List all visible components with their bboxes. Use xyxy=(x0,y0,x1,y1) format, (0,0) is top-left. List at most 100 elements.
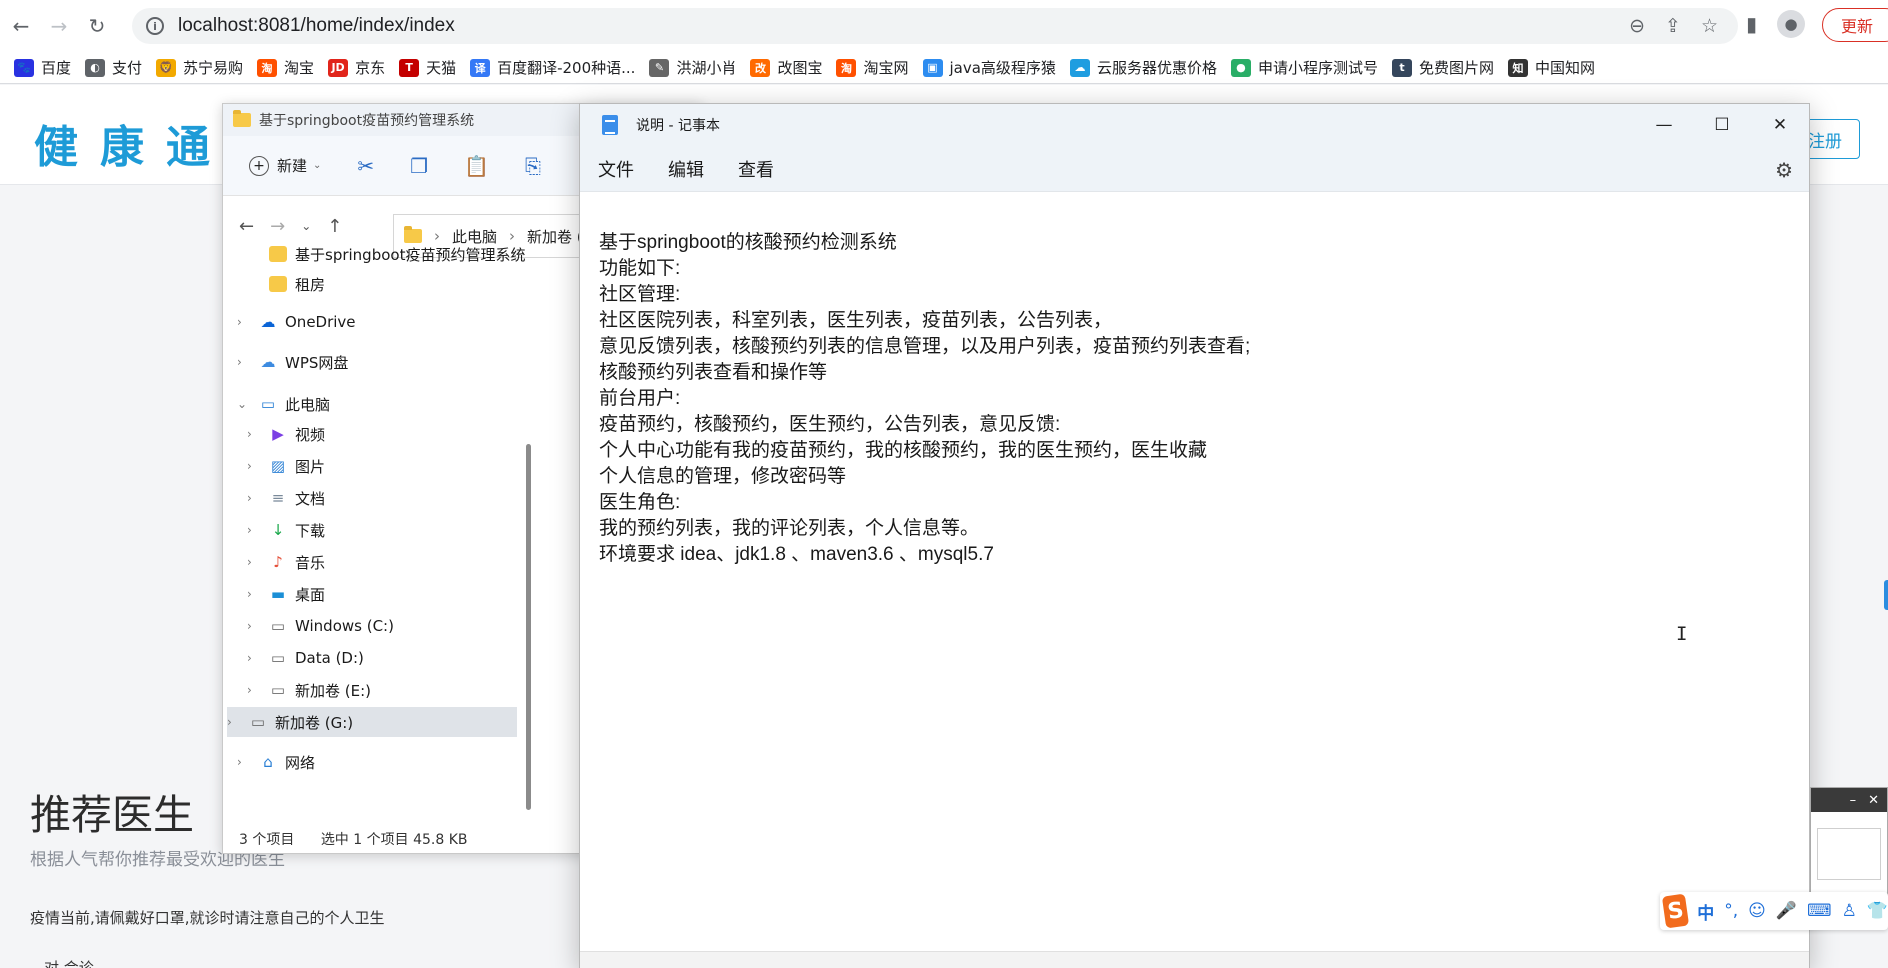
menu-edit[interactable]: 编辑 xyxy=(668,156,704,182)
close-icon[interactable]: ✕ xyxy=(1751,104,1809,146)
tumblr-icon: t xyxy=(1391,58,1412,77)
address-bar[interactable]: i localhost:8081/home/index/index ⊖ ⇪ ☆ xyxy=(132,8,1738,44)
chevron-right-icon[interactable]: › xyxy=(247,459,263,473)
bookmark-label: 支付 xyxy=(112,59,143,77)
chevron-right-icon[interactable]: › xyxy=(237,315,253,329)
chevron-right-icon[interactable]: › xyxy=(247,523,263,537)
sogou-ime-logo-icon[interactable]: S xyxy=(1661,893,1690,929)
share-icon[interactable]: ⇪ xyxy=(1665,15,1681,37)
bookmark-item[interactable]: 🦁 苏宁易购 xyxy=(156,57,243,78)
tree-item[interactable]: › ▨ 图片 xyxy=(247,451,325,481)
menu-file[interactable]: 文件 xyxy=(598,156,634,182)
tree-item[interactable]: › ↓ 下载 xyxy=(247,515,325,545)
close-icon[interactable]: ✕ xyxy=(1868,793,1879,808)
notepad-text-area[interactable]: I 基于springboot的核酸预约检测系统 功能如下: 社区管理: 社区医院列表，… xyxy=(580,193,1809,949)
up-arrow-icon[interactable]: ↑ xyxy=(327,216,342,237)
bookmarks-bar: 🐾 百度 ◐ 支付 🦁 苏宁易购淘淘宝 JD 京东 T 天猫译百度翻译-200种语... ✎ 洪湖小肖… xyxy=(0,52,1888,84)
drive-icon: ▭ xyxy=(270,681,286,699)
cut-icon[interactable]: ✂ xyxy=(357,154,374,178)
copy-icon[interactable]: ❐ xyxy=(410,154,428,178)
maximize-icon[interactable]: ☐ xyxy=(1693,104,1751,146)
update-button[interactable]: 更新 xyxy=(1822,8,1888,42)
site-logo[interactable]: 健康通 xyxy=(34,111,232,175)
recent-chevron-icon[interactable]: ⌄ xyxy=(301,219,311,233)
tree-scrollbar[interactable] xyxy=(526,444,531,810)
cloud-icon: ☁ xyxy=(260,353,276,371)
keyboard-icon[interactable]: ⌨ xyxy=(1807,901,1832,921)
minimize-icon[interactable]: — xyxy=(1635,104,1693,146)
video-icon: ▶ xyxy=(272,425,284,443)
chevron-right-icon[interactable]: › xyxy=(247,651,263,665)
jd-icon: JD xyxy=(328,58,349,77)
tree-item-label: OneDrive xyxy=(285,313,356,331)
menu-view[interactable]: 查看 xyxy=(738,156,774,182)
back-arrow-icon[interactable]: ← xyxy=(4,9,38,43)
tree-item[interactable]: › ☁ OneDrive xyxy=(237,307,356,337)
chevron-right-icon[interactable]: › xyxy=(237,755,253,769)
url-text[interactable]: localhost:8081/home/index/index xyxy=(178,15,455,37)
tree-item[interactable]: ⌄ ▭ 此电脑 xyxy=(237,389,330,419)
bookmark-item[interactable]: ▣ java高级程序猿 xyxy=(922,57,1056,78)
tree-item[interactable]: › ▬ 桌面 xyxy=(247,579,325,609)
bookmark-item[interactable]: 译百度翻译-200种语... xyxy=(470,57,635,78)
reload-icon[interactable]: ↻ xyxy=(80,9,114,43)
bookmark-item[interactable]: 淘淘宝网 xyxy=(836,57,909,78)
tree-item[interactable]: › ▭ Data (D:) xyxy=(247,643,364,673)
tree-item[interactable]: › ⌂ 网络 xyxy=(237,747,315,777)
paste-icon[interactable]: 📋 xyxy=(464,154,489,178)
cnki-icon: 知 xyxy=(1507,58,1528,77)
forward-arrow-icon[interactable]: → xyxy=(42,9,76,43)
chevron-right-icon[interactable]: › xyxy=(247,555,263,569)
bookmark-item[interactable]: ● 申请小程序测试号 xyxy=(1230,57,1378,78)
bookmark-star-icon[interactable]: ☆ xyxy=(1701,15,1718,37)
chevron-right-icon[interactable]: › xyxy=(247,491,263,505)
ime-mode-chinese[interactable]: 中 xyxy=(1697,899,1714,924)
tree-item[interactable]: › ▶ 视频 xyxy=(247,419,325,449)
chevron-down-icon[interactable]: ⌄ xyxy=(237,397,253,411)
emoji-icon[interactable]: ☺ xyxy=(1748,901,1766,921)
bookmark-item[interactable]: ◐ 支付 xyxy=(85,57,142,78)
tree-item[interactable]: › ☁ WPS网盘 xyxy=(237,347,348,377)
forward-arrow-icon[interactable]: → xyxy=(270,216,285,237)
chevron-right-icon[interactable]: › xyxy=(247,683,263,697)
tree-item[interactable]: › ▭ 新加卷 (E:) xyxy=(247,675,371,705)
skin-shirt-icon[interactable]: 👕 xyxy=(1867,901,1888,921)
bookmark-label: 改图宝 xyxy=(777,59,823,77)
notepad-app-icon xyxy=(602,115,618,135)
rename-icon[interactable]: ⎘ xyxy=(525,154,541,178)
new-button[interactable]: + 新建 ⌄ xyxy=(249,155,321,176)
chevron-right-icon[interactable]: › xyxy=(247,427,263,441)
user-icon[interactable]: ♙ xyxy=(1842,901,1857,921)
bookmark-item[interactable]: ☁ 云服务器优惠价格 xyxy=(1069,57,1217,78)
chevron-right-icon[interactable]: › xyxy=(247,587,263,601)
notepad-titlebar[interactable]: 说明 - 记事本 — ☐ ✕ xyxy=(580,104,1809,146)
minimize-icon[interactable]: – xyxy=(1850,793,1857,808)
tree-item[interactable]: › ▭ 新加卷 (G:) xyxy=(227,707,517,737)
ime-punctuation[interactable]: °, xyxy=(1724,901,1738,921)
bookmark-item[interactable]: 淘淘宝 xyxy=(257,57,314,78)
back-arrow-icon[interactable]: ← xyxy=(239,216,254,237)
chevron-right-icon[interactable]: › xyxy=(237,355,253,369)
side-panel-icon[interactable]: ▮ xyxy=(1746,12,1757,36)
bookmark-item[interactable]: 知中国知网 xyxy=(1507,57,1595,78)
tree-item[interactable]: › ♪ 音乐 xyxy=(247,547,325,577)
bookmark-item[interactable]: T 天猫 xyxy=(399,57,456,78)
bookmark-item[interactable]: t 免费图片网 xyxy=(1391,57,1494,78)
site-info-icon[interactable]: i xyxy=(146,17,164,35)
tree-item[interactable]: 基于springboot疫苗预约管理系统 xyxy=(247,239,525,269)
zoom-icon[interactable]: ⊖ xyxy=(1629,15,1645,37)
chevron-right-icon[interactable]: › xyxy=(227,715,243,729)
chevron-right-icon[interactable]: › xyxy=(247,619,263,633)
bookmark-item[interactable]: JD 京东 xyxy=(328,57,385,78)
tree-item[interactable]: 租房 xyxy=(247,269,325,299)
bookmark-label: 百度翻译-200种语... xyxy=(497,59,636,77)
bookmark-item[interactable]: ✎ 洪湖小肖 xyxy=(649,57,736,78)
profile-avatar-icon[interactable]: ● xyxy=(1777,10,1806,38)
settings-gear-icon[interactable]: ⚙ xyxy=(1775,158,1793,182)
edge-tab-handle[interactable] xyxy=(1884,580,1888,610)
bookmark-item[interactable]: 🐾 百度 xyxy=(14,57,71,78)
bookmark-item[interactable]: 改改图宝 xyxy=(750,57,822,78)
tree-item[interactable]: › ▭ Windows (C:) xyxy=(247,611,394,641)
microphone-icon[interactable]: 🎤 xyxy=(1776,901,1797,921)
tree-item[interactable]: › ≡ 文档 xyxy=(247,483,325,513)
